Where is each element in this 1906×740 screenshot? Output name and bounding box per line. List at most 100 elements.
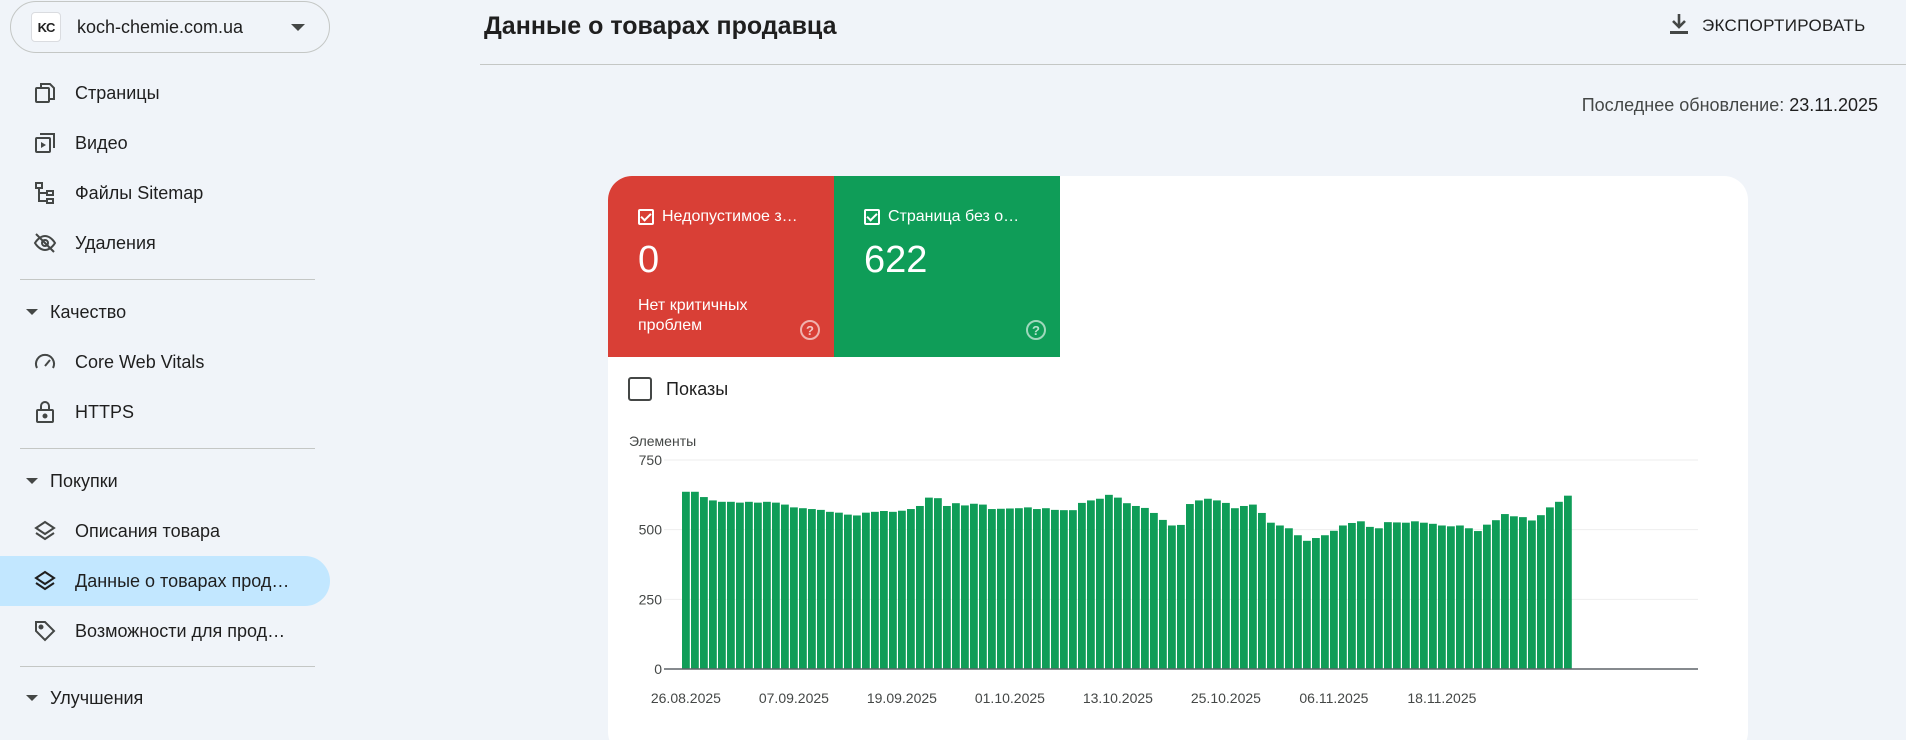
section-enhancements[interactable]: Улучшения xyxy=(0,678,330,718)
x-tick-label: 19.09.2025 xyxy=(867,690,937,706)
impressions-toggle[interactable]: Показы xyxy=(628,377,728,401)
sitemap-icon xyxy=(32,180,58,206)
chart-bar xyxy=(916,505,924,669)
x-tick-label: 07.09.2025 xyxy=(759,690,829,706)
chart-bar xyxy=(925,497,933,669)
chart-bar xyxy=(1510,516,1518,669)
chart-bar xyxy=(889,511,897,669)
sidebar-item-video[interactable]: Видео xyxy=(0,118,330,168)
chart-bar xyxy=(1465,528,1473,669)
chart-bar xyxy=(1420,522,1428,669)
sidebar-item-label: Данные о товарах прод… xyxy=(75,570,290,591)
y-tick-label: 0 xyxy=(654,661,662,677)
export-button[interactable]: ЭКСПОРТИРОВАТЬ xyxy=(1668,8,1866,44)
chart-bar xyxy=(718,501,726,669)
collapse-arrow-icon xyxy=(26,695,38,701)
x-tick-label: 26.08.2025 xyxy=(651,690,721,706)
chart-bar xyxy=(1024,507,1032,669)
chart-bar xyxy=(1078,502,1086,669)
chart-bar xyxy=(880,510,888,669)
chart-bar xyxy=(799,508,807,669)
sidebar-item-https[interactable]: HTTPS xyxy=(0,387,330,437)
chart-bar xyxy=(1384,522,1392,669)
status-tile-valid[interactable]: Страница без ош… 622 ? xyxy=(834,176,1060,357)
pages-icon xyxy=(32,80,58,106)
chart-bar xyxy=(1150,512,1158,669)
chart-bar xyxy=(1222,502,1230,669)
sidebar-item-merchant-listings[interactable]: Данные о товарах прод… xyxy=(0,556,330,606)
chart-bar xyxy=(709,500,717,669)
chart-bar xyxy=(1159,519,1167,669)
sidebar-item-pages[interactable]: Страницы xyxy=(0,68,330,118)
lock-icon xyxy=(32,399,58,425)
divider xyxy=(20,448,315,449)
x-tick-label: 18.11.2025 xyxy=(1407,690,1476,706)
chart-bar xyxy=(1447,526,1455,669)
chart-bar xyxy=(1132,505,1140,669)
sidebar-item-label: Core Web Vitals xyxy=(75,351,205,372)
impressions-label: Показы xyxy=(666,378,729,399)
chart-bar xyxy=(1033,509,1041,669)
chart-bar xyxy=(745,501,753,669)
last-update: Последнее обновление: 23.11.2025 xyxy=(1582,95,1878,116)
chart-bar xyxy=(1537,515,1545,669)
chart-bar xyxy=(808,509,816,669)
chart-bar xyxy=(1330,530,1338,669)
sidebar-item-label: HTTPS xyxy=(75,401,135,422)
chart-bar xyxy=(1177,524,1185,669)
section-quality[interactable]: Качество xyxy=(0,292,330,332)
chart-bar xyxy=(862,512,870,669)
chart-bar xyxy=(871,511,879,669)
chart-bar xyxy=(1303,540,1311,669)
chart-bar xyxy=(1285,528,1293,669)
header-divider xyxy=(480,64,1906,65)
chart-bar xyxy=(1393,522,1401,669)
sidebar-item-core-web-vitals[interactable]: Core Web Vitals xyxy=(0,337,330,387)
sidebar-item-shopping-tab-listings[interactable]: Возможности для прод… xyxy=(0,606,330,656)
chart-bar xyxy=(907,509,915,669)
site-logo: KC xyxy=(31,12,61,42)
tile-description: Нет критичных проблем xyxy=(638,297,748,334)
chart-bar xyxy=(988,509,996,669)
chart-bar xyxy=(682,491,690,669)
chart-bar xyxy=(1456,525,1464,669)
status-tile-invalid[interactable]: Недопустимое з… 0 Нет критичных проблем … xyxy=(608,176,834,357)
sidebar-item-product-snippets[interactable]: Описания товара xyxy=(0,506,330,556)
chart-bar xyxy=(1546,507,1554,669)
checkbox-checked-icon xyxy=(638,209,654,225)
chart-bar xyxy=(898,510,906,669)
chart-bar xyxy=(1312,538,1320,669)
help-icon[interactable]: ? xyxy=(800,320,820,340)
page-title: Данные о товарах продавца xyxy=(484,12,837,40)
chart-bar xyxy=(1069,510,1077,669)
section-shopping[interactable]: Покупки xyxy=(0,461,330,501)
y-tick-label: 250 xyxy=(639,591,663,607)
impressions-checkbox[interactable] xyxy=(628,377,652,401)
help-icon[interactable]: ? xyxy=(1026,320,1046,340)
chart-bar xyxy=(1519,517,1527,669)
chart-bar xyxy=(736,502,744,669)
sidebar-item-label: Удаления xyxy=(75,232,156,253)
sidebar-item-removals[interactable]: Удаления xyxy=(0,218,330,268)
chart-bar xyxy=(1501,514,1509,669)
y-axis-label: Элементы xyxy=(629,433,696,449)
y-tick-label: 750 xyxy=(639,452,663,468)
section-label: Улучшения xyxy=(50,687,144,708)
chart-bar xyxy=(1249,504,1257,669)
chart-bar xyxy=(1015,508,1023,669)
collapse-arrow-icon xyxy=(26,478,38,484)
chart-bar xyxy=(1114,497,1122,669)
tile-title: Недопустимое з… xyxy=(662,208,798,225)
chart-bar xyxy=(1438,525,1446,669)
chart-bar xyxy=(790,507,798,669)
chart-bar xyxy=(1096,498,1104,669)
property-selector[interactable]: KC koch-chemie.com.ua xyxy=(10,1,330,53)
chart-bar xyxy=(979,504,987,669)
chart-bar xyxy=(772,502,780,669)
layers-icon xyxy=(32,568,58,594)
sidebar-item-label: Видео xyxy=(75,132,128,153)
sidebar-item-sitemaps[interactable]: Файлы Sitemap xyxy=(0,168,330,218)
sidebar-item-label: Описания товара xyxy=(75,520,221,541)
sidebar-item-label: Страницы xyxy=(75,82,160,103)
chart-bar xyxy=(1195,500,1203,669)
